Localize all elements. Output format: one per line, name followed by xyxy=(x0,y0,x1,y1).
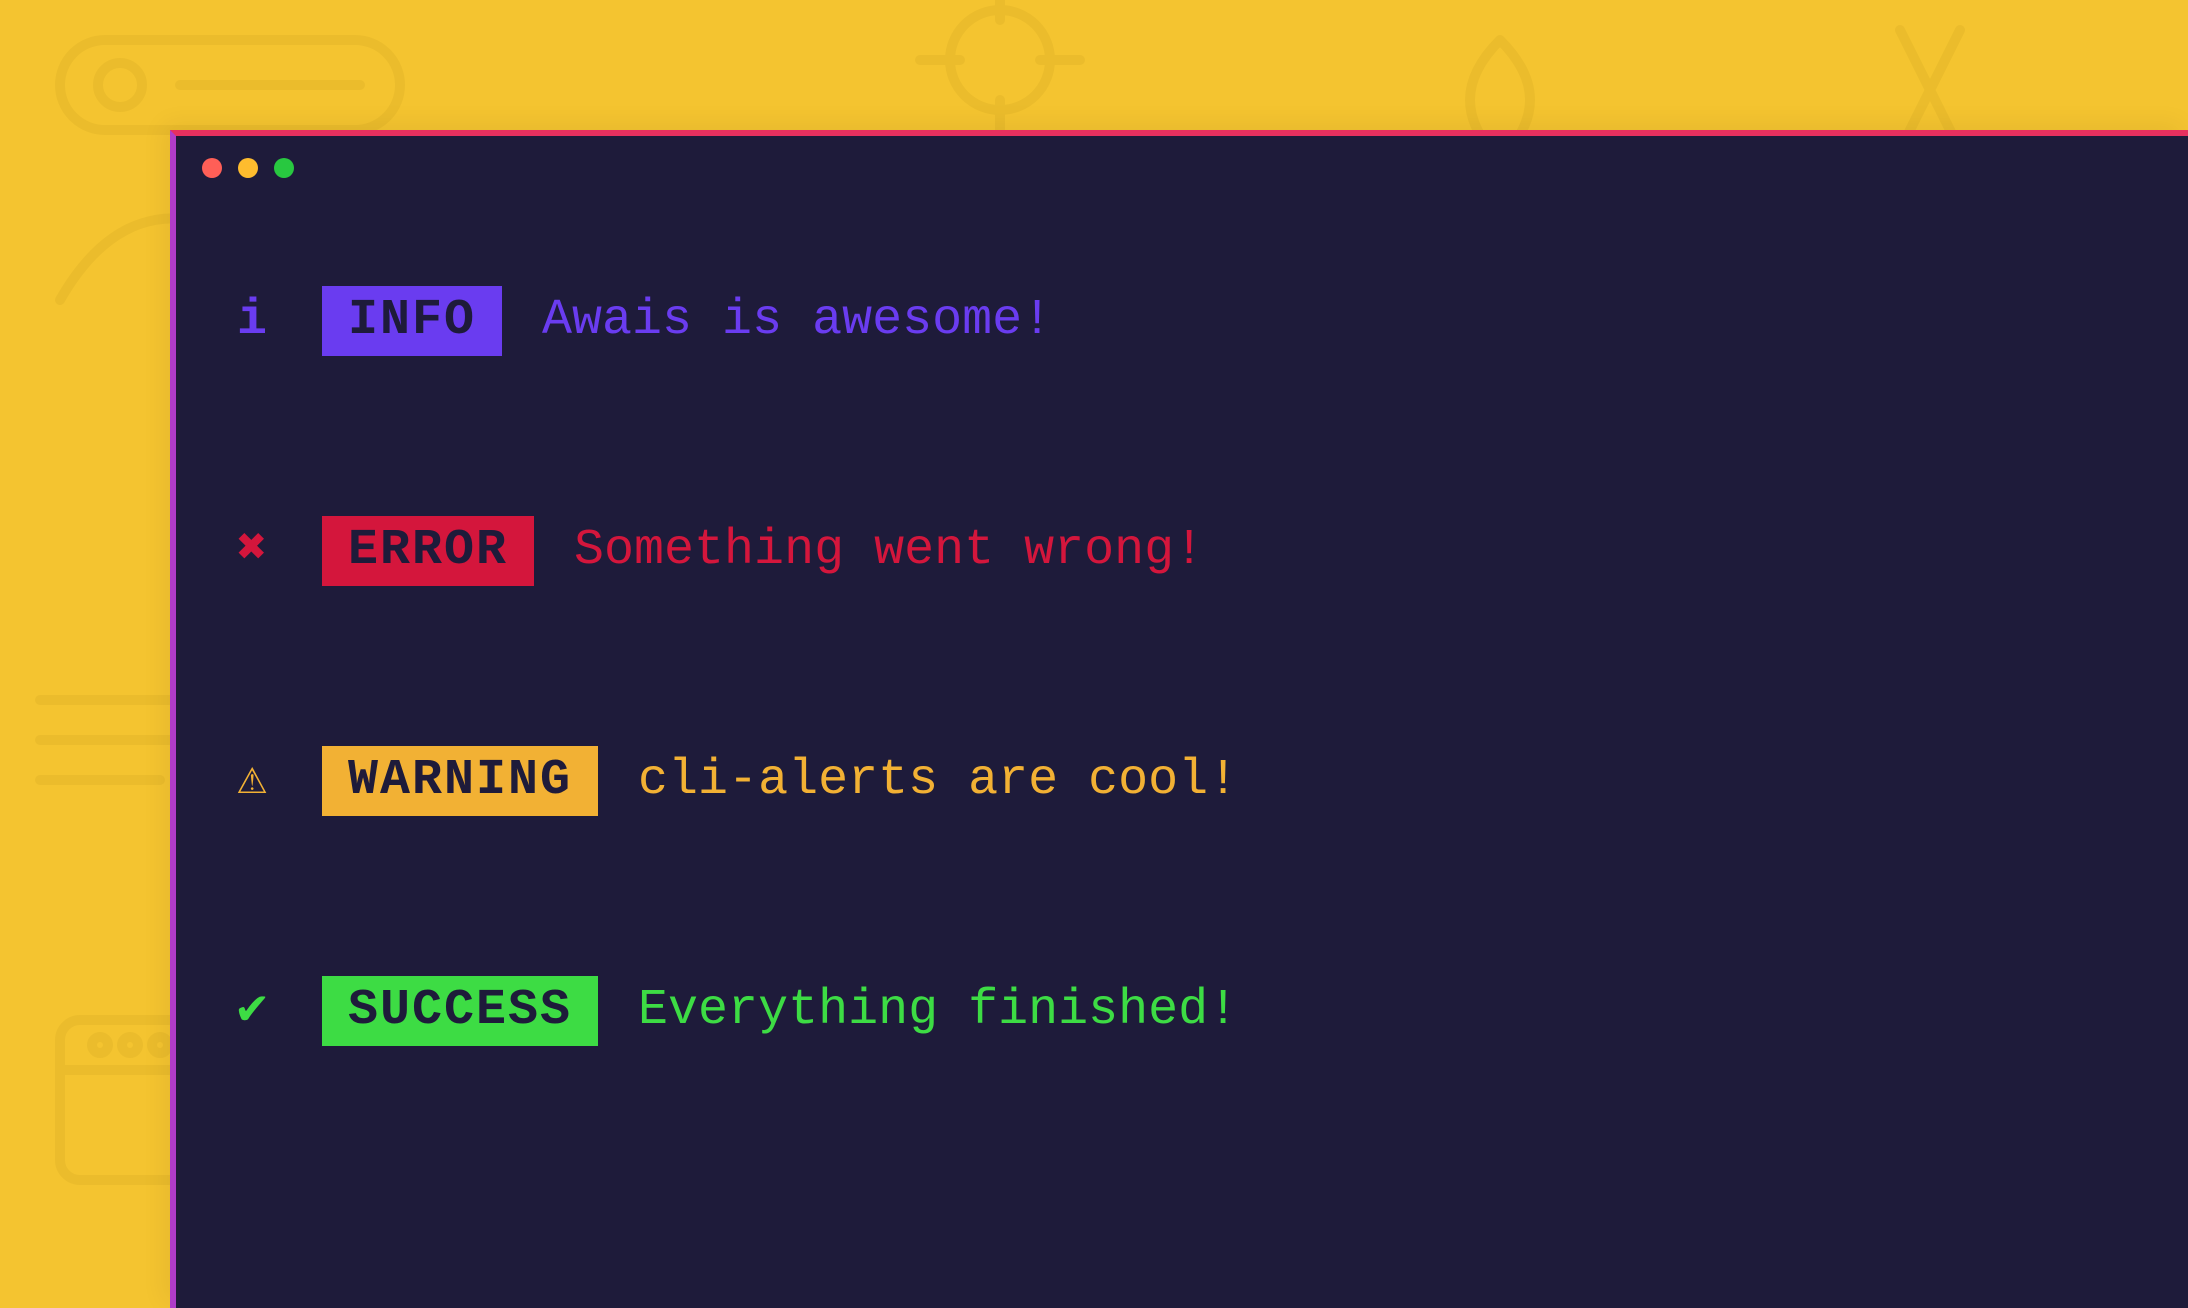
alert-line-error: ✖ ERROR Something went wrong! xyxy=(222,516,2142,586)
info-icon: i xyxy=(222,296,282,346)
alert-line-warning: ⚠ WARNING cli-alerts are cool! xyxy=(222,746,2142,816)
success-badge: SUCCESS xyxy=(322,976,598,1046)
warning-icon: ⚠ xyxy=(222,756,282,806)
alert-line-success: ✔ SUCCESS Everything finished! xyxy=(222,976,2142,1046)
window-close-button[interactable] xyxy=(202,158,222,178)
error-badge: ERROR xyxy=(322,516,534,586)
info-badge: INFO xyxy=(322,286,502,356)
info-message: Awais is awesome! xyxy=(542,296,1052,346)
warning-message: cli-alerts are cool! xyxy=(638,756,1238,806)
window-minimize-button[interactable] xyxy=(238,158,258,178)
window-traffic-lights xyxy=(202,158,294,178)
success-message: Everything finished! xyxy=(638,986,1238,1036)
success-icon: ✔ xyxy=(222,986,282,1036)
alert-line-info: i INFO Awais is awesome! xyxy=(222,286,2142,356)
error-icon: ✖ xyxy=(222,526,282,576)
window-zoom-button[interactable] xyxy=(274,158,294,178)
terminal-output: i INFO Awais is awesome! ✖ ERROR Somethi… xyxy=(222,286,2142,1308)
error-message: Something went wrong! xyxy=(574,526,1204,576)
warning-badge: WARNING xyxy=(322,746,598,816)
terminal-window: i INFO Awais is awesome! ✖ ERROR Somethi… xyxy=(170,130,2188,1308)
